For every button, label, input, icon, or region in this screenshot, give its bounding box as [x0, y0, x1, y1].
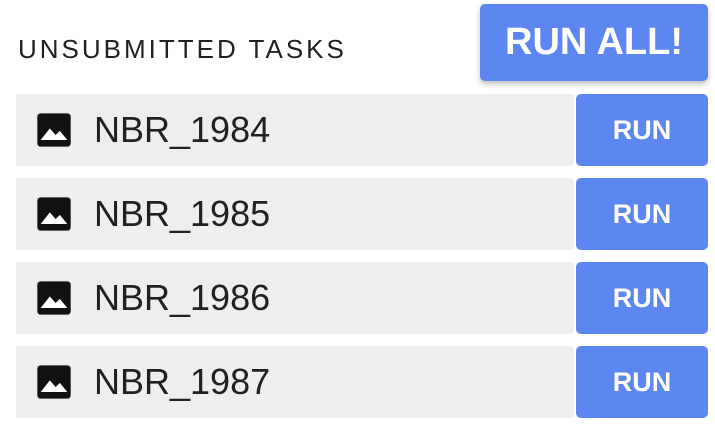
task-item[interactable]: NBR_1986	[16, 262, 574, 334]
task-row: NBR_1985 RUN	[16, 178, 708, 250]
image-icon	[34, 278, 74, 318]
run-button[interactable]: RUN	[576, 94, 708, 166]
unsubmitted-tasks-panel: UNSUBMITTED TASKS RUN ALL! NBR_1984 RUN …	[0, 0, 715, 425]
image-icon	[34, 110, 74, 150]
task-name: NBR_1985	[94, 193, 271, 234]
section-title: UNSUBMITTED TASKS	[18, 34, 347, 64]
task-name: NBR_1986	[94, 277, 271, 318]
task-name: NBR_1984	[94, 109, 271, 150]
run-button[interactable]: RUN	[576, 262, 708, 334]
image-icon	[34, 362, 74, 402]
run-button[interactable]: RUN	[576, 178, 708, 250]
task-row: NBR_1986 RUN	[16, 262, 708, 334]
task-item[interactable]: NBR_1987	[16, 346, 574, 418]
task-name: NBR_1987	[94, 361, 271, 402]
task-item[interactable]: NBR_1984	[16, 94, 574, 166]
task-row: NBR_1984 RUN	[16, 94, 708, 166]
run-button[interactable]: RUN	[576, 346, 708, 418]
image-icon	[34, 194, 74, 234]
task-row: NBR_1987 RUN	[16, 346, 708, 418]
task-item[interactable]: NBR_1985	[16, 178, 574, 250]
run-all-button[interactable]: RUN ALL!	[480, 4, 708, 81]
